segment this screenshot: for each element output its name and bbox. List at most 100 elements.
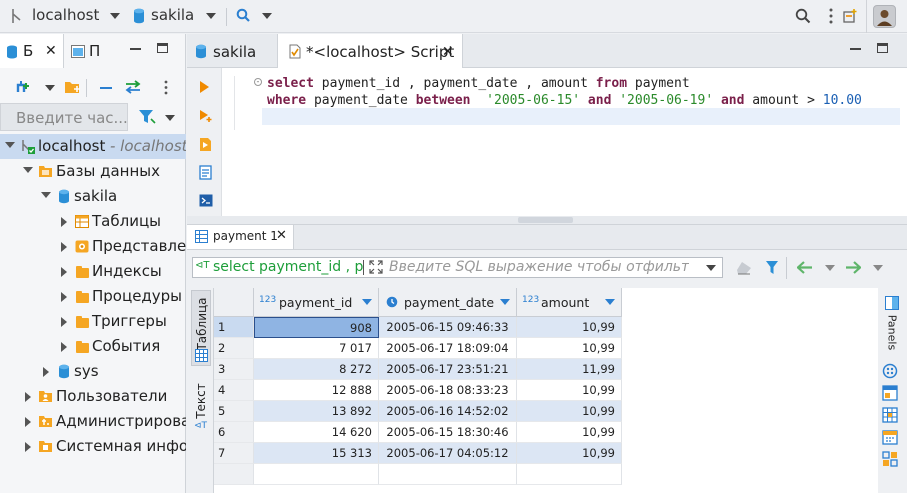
forward-icon[interactable] [845, 261, 861, 274]
table-cell[interactable]: 2005-06-17 23:51:21 [379, 359, 517, 380]
tab-script[interactable]: *<localhost> Script ✕ [277, 34, 463, 68]
table-cell[interactable]: 2005-06-17 04:05:12 [379, 443, 517, 464]
back-icon[interactable] [797, 261, 813, 274]
tree-item-triggers[interactable]: Триггеры [0, 309, 186, 334]
execute-script-icon[interactable] [199, 137, 212, 152]
sort-icon[interactable] [362, 299, 372, 305]
tree-item-system-info[interactable]: Системная информация [0, 434, 186, 459]
chevron-down-icon[interactable] [873, 265, 883, 271]
table-cell[interactable]: 7 017 [254, 338, 379, 359]
column-header-amount[interactable]: 123 amount [517, 288, 622, 317]
row-number-cell[interactable]: 6 [214, 422, 254, 443]
row-number-cell[interactable]: 2 [214, 338, 254, 359]
table-cell[interactable]: 13 892 [254, 401, 379, 422]
row-number-cell[interactable]: 5 [214, 401, 254, 422]
tab-text-view[interactable]: Текст ⊲T [191, 372, 211, 438]
avatar[interactable] [873, 5, 896, 28]
maximize-icon[interactable] [877, 43, 888, 53]
tree-item-users[interactable]: Пользователи [0, 384, 186, 409]
row-number-cell[interactable]: 3 [214, 359, 254, 380]
tree-item-administration[interactable]: Администрирование [0, 409, 186, 434]
tree-item-procedures[interactable]: Процедуры [0, 284, 186, 309]
layout-icon[interactable] [882, 385, 898, 401]
tab-database-navigator[interactable]: Б ✕ [0, 34, 64, 68]
row-number-cell[interactable]: 4 [214, 380, 254, 401]
more-icon[interactable] [164, 80, 168, 95]
execute-new-tab-icon[interactable] [199, 109, 213, 123]
table-cell[interactable]: 908 [254, 317, 379, 338]
column-header-payment-date[interactable]: payment_date [379, 288, 517, 317]
minimize-icon[interactable] [850, 48, 861, 50]
link-editor-icon[interactable] [124, 80, 142, 94]
tree-item-localhost[interactable]: localhost - localhost [0, 134, 186, 159]
table-cell[interactable]: 11,99 [517, 359, 622, 380]
table-cell[interactable]: 2005-06-18 08:33:23 [379, 380, 517, 401]
tab-results-payment[interactable]: payment 1 ✕ [187, 225, 294, 249]
chevron-down-icon[interactable] [706, 265, 716, 271]
record-mode-icon[interactable] [882, 363, 898, 379]
tree-item-sakila[interactable]: sakila [0, 184, 186, 209]
table-cell[interactable]: 12 888 [254, 380, 379, 401]
close-icon[interactable]: ✕ [45, 43, 57, 59]
tree-item-tables[interactable]: Таблицы [0, 209, 186, 234]
table-cell[interactable]: 15 313 [254, 443, 379, 464]
table-cell[interactable]: 2005-06-15 09:46:33 [379, 317, 517, 338]
execute-statement-icon[interactable] [200, 81, 209, 93]
clear-filter-icon[interactable] [736, 261, 752, 275]
filter-icon[interactable] [138, 109, 156, 125]
row-number-cell[interactable]: 7 [214, 443, 254, 464]
chevron-down-icon[interactable] [825, 265, 835, 271]
database-selector[interactable]: sakila [151, 6, 194, 26]
close-icon[interactable]: ✕ [276, 228, 287, 243]
global-search-icon[interactable] [795, 8, 811, 24]
expand-icon[interactable] [369, 260, 383, 274]
table-cell[interactable]: 10,99 [517, 380, 622, 401]
table-cell[interactable]: 14 620 [254, 422, 379, 443]
panels-label[interactable]: Panels [886, 308, 899, 358]
chevron-down-icon[interactable] [45, 85, 55, 91]
compare-icon[interactable] [882, 451, 898, 467]
table-cell[interactable]: 10,99 [517, 443, 622, 464]
new-connection-icon[interactable] [14, 79, 32, 95]
column-header-payment-id[interactable]: 123 payment_id [254, 288, 379, 317]
sort-icon[interactable] [605, 299, 615, 305]
filter-icon[interactable] [765, 260, 779, 275]
row-number-cell[interactable]: 1 [214, 317, 254, 338]
terminal-icon[interactable] [199, 194, 213, 207]
maximize-icon[interactable] [157, 43, 168, 53]
table-cell[interactable]: 2005-06-16 14:52:02 [379, 401, 517, 422]
table-cell[interactable]: 10,99 [517, 401, 622, 422]
chevron-down-icon[interactable] [165, 115, 175, 121]
panel-splitter[interactable] [187, 216, 907, 224]
tree-item-databases[interactable]: Базы данных [0, 159, 186, 184]
calendar-icon[interactable] [882, 429, 898, 445]
tab-projects[interactable]: П [65, 34, 125, 68]
connection-selector[interactable]: localhost [32, 6, 99, 26]
search-icon[interactable] [236, 8, 251, 23]
fold-icon[interactable]: - [254, 78, 262, 86]
table-cell[interactable]: 10,99 [517, 422, 622, 443]
tree-item-sys[interactable]: sys [0, 359, 186, 384]
chevron-down-icon[interactable] [262, 13, 272, 19]
table-cell[interactable]: 2005-06-17 18:09:04 [379, 338, 517, 359]
results-filter-input[interactable]: ⊲T select payment_id , p Введите SQL выр… [192, 257, 723, 278]
close-icon[interactable]: ✕ [442, 44, 454, 60]
chevron-down-icon[interactable] [206, 13, 216, 19]
collapse-all-icon[interactable] [100, 87, 112, 89]
table-cell[interactable]: 10,99 [517, 317, 622, 338]
tab-table-view[interactable]: Таблица [191, 290, 211, 366]
tree-item-indexes[interactable]: Индексы [0, 259, 186, 284]
explain-plan-icon[interactable] [199, 165, 212, 180]
tree-item-views[interactable]: Представления [0, 234, 186, 259]
perspective-icon[interactable] [843, 8, 858, 23]
table-cell[interactable]: 2005-06-15 18:30:46 [379, 422, 517, 443]
chevron-down-icon[interactable] [110, 13, 120, 19]
more-icon[interactable] [829, 8, 833, 24]
grid-layout-icon[interactable] [882, 407, 898, 423]
new-folder-icon[interactable] [64, 80, 82, 94]
minimize-icon[interactable] [130, 48, 141, 50]
tab-sakila[interactable]: sakila [187, 34, 275, 68]
table-cell[interactable]: 10,99 [517, 338, 622, 359]
navigator-filter-input[interactable]: Введите час... [0, 103, 128, 131]
sort-icon[interactable] [500, 299, 510, 305]
